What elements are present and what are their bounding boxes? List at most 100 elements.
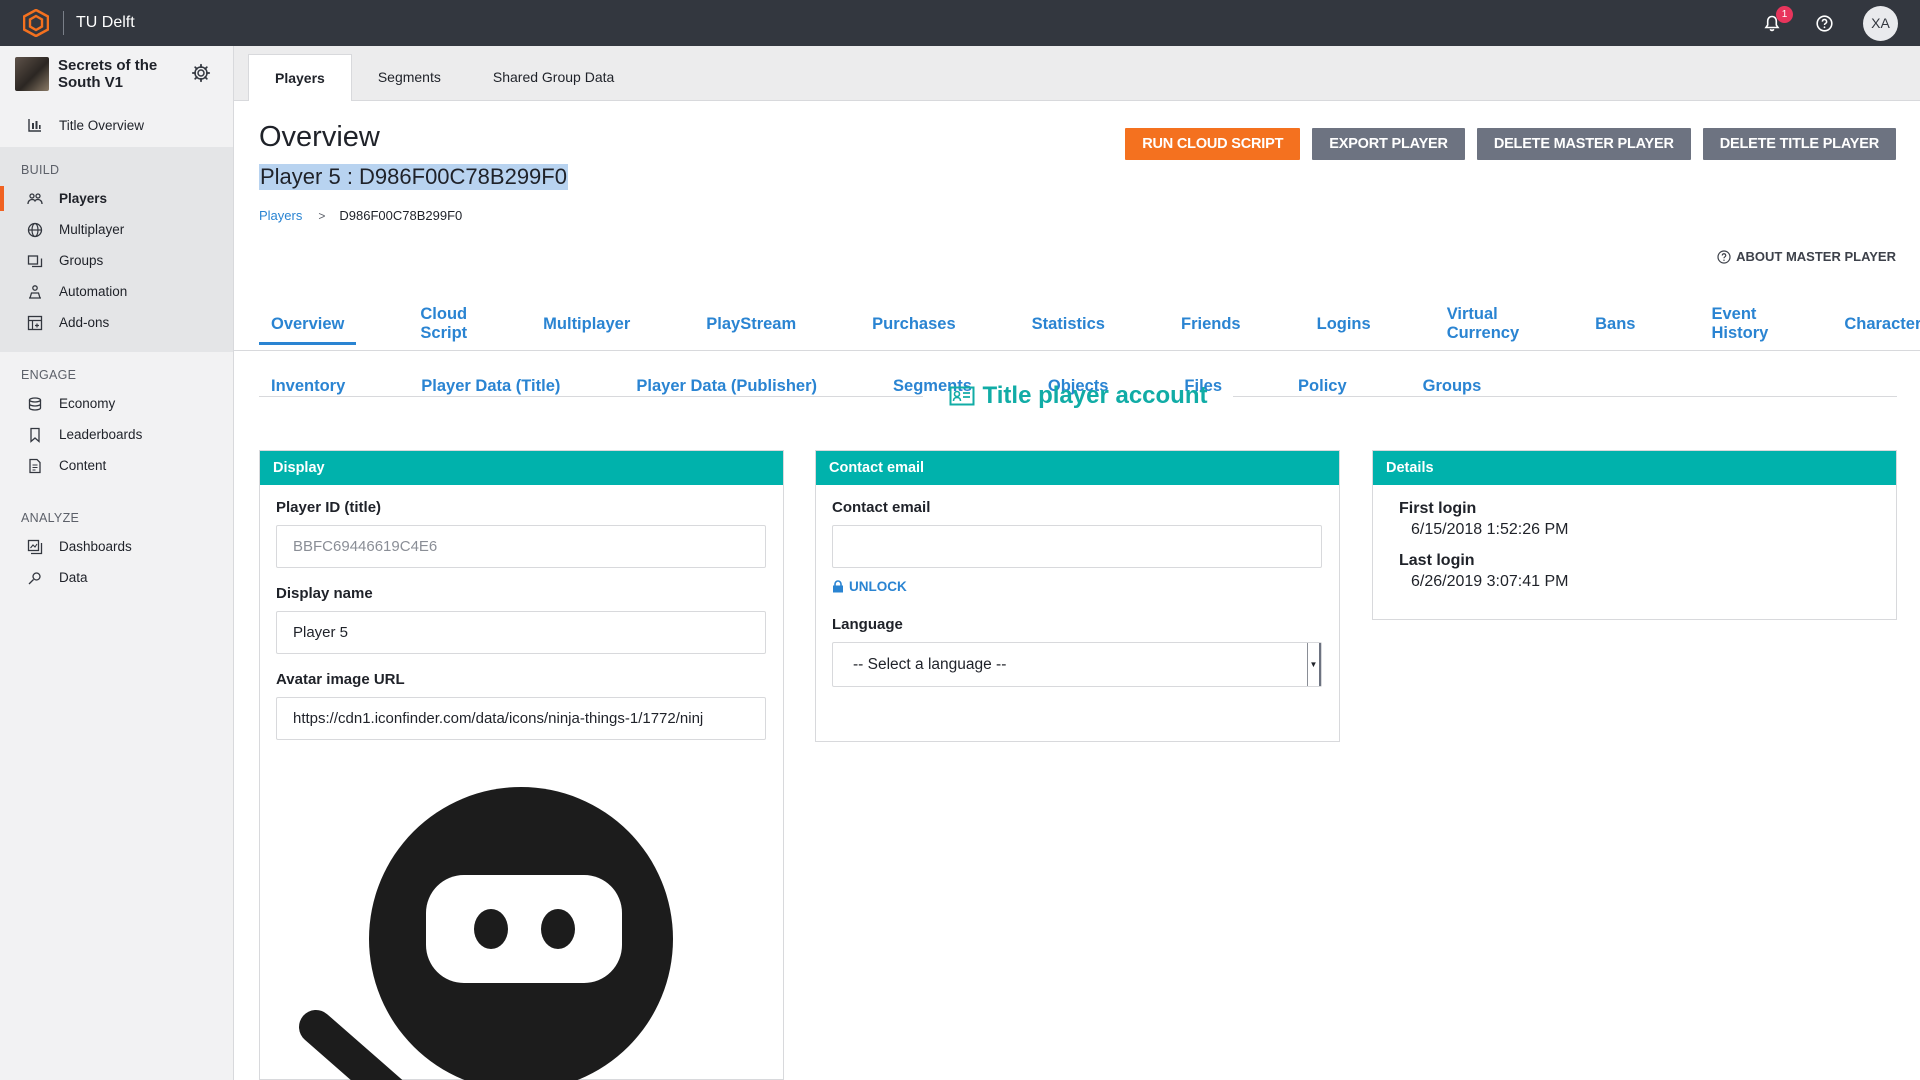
- display-name-label: Display name: [276, 585, 373, 602]
- language-label: Language: [832, 616, 903, 633]
- notification-badge: 1: [1776, 6, 1793, 23]
- main-content: Players Segments Shared Group Data Overv…: [234, 46, 1920, 1080]
- subtab-virtual-currency[interactable]: Virtual Currency: [1435, 303, 1531, 345]
- sidebar-item-label: Multiplayer: [59, 222, 125, 237]
- id-card-icon: [949, 386, 975, 406]
- subtab-row-1: Overview Cloud Script Multiplayer PlaySt…: [259, 293, 1920, 355]
- details-card: Details First login 6/15/2018 1:52:26 PM…: [1372, 450, 1897, 620]
- delete-title-player-button[interactable]: DELETE TITLE PLAYER: [1702, 128, 1896, 160]
- subtab-multiplayer[interactable]: Multiplayer: [531, 303, 642, 345]
- display-name-field[interactable]: Player 5: [276, 611, 766, 654]
- help-icon: [1815, 14, 1833, 32]
- subtab-overview[interactable]: Overview: [259, 303, 357, 345]
- subtab-cloud-script[interactable]: Cloud Script: [408, 303, 479, 345]
- subtab-statistics[interactable]: Statistics: [1020, 303, 1117, 345]
- section-label-analyze: ANALYZE: [21, 511, 80, 525]
- help-button[interactable]: [1809, 8, 1839, 38]
- language-selected-value: -- Select a language --: [853, 655, 1007, 673]
- automation-icon: [29, 284, 41, 299]
- dropdown-arrow-icon: ▼: [1307, 643, 1321, 686]
- unlock-button[interactable]: UNLOCK: [832, 579, 1322, 594]
- sidebar-item-data[interactable]: Data: [0, 562, 233, 593]
- sidebar-item-label: Dashboards: [59, 539, 132, 554]
- divider: [63, 11, 64, 35]
- delete-master-player-button[interactable]: DELETE MASTER PLAYER: [1476, 128, 1691, 160]
- sidebar-item-automation[interactable]: Automation: [0, 276, 233, 307]
- title-name: Secrets of the South V1: [58, 57, 158, 91]
- sidebar-item-multiplayer[interactable]: Multiplayer: [0, 214, 233, 245]
- org-name[interactable]: TU Delft: [76, 14, 135, 32]
- user-avatar[interactable]: XA: [1863, 5, 1898, 41]
- sidebar-item-label: Groups: [59, 253, 104, 268]
- subtab-logins[interactable]: Logins: [1305, 303, 1383, 345]
- divider: [259, 395, 923, 397]
- chevron-right-icon: >: [318, 208, 326, 223]
- data-explorer-icon: [28, 571, 41, 584]
- groups-icon: [27, 254, 43, 267]
- sidebar-item-add-ons[interactable]: Add-ons: [0, 307, 233, 338]
- title-selector[interactable]: Secrets of the South V1: [0, 46, 233, 102]
- top-tabs: Players Segments Shared Group Data: [234, 46, 1920, 101]
- section-label-build: BUILD: [21, 163, 60, 177]
- breadcrumb-players-link[interactable]: Players: [259, 208, 302, 223]
- avatar-preview: [276, 757, 766, 1080]
- section-title-text: Title player account: [982, 382, 1208, 409]
- sidebar-item-label: Add-ons: [59, 315, 110, 330]
- language-select[interactable]: -- Select a language -- ▼: [832, 642, 1322, 687]
- divider: [1233, 395, 1897, 397]
- globe-icon: [27, 222, 43, 237]
- help-icon: [1717, 249, 1731, 264]
- coins-icon: [28, 396, 42, 411]
- run-cloud-script-button[interactable]: RUN CLOUD SCRIPT: [1125, 128, 1301, 160]
- sidebar-item-dashboards[interactable]: Dashboards: [0, 531, 233, 562]
- subtab-purchases[interactable]: Purchases: [860, 303, 967, 345]
- breadcrumb-current: D986F00C78B299F0: [339, 208, 463, 223]
- title-thumbnail: [15, 57, 49, 91]
- page-title: Overview: [259, 121, 380, 153]
- sidebar-item-title-overview[interactable]: Title Overview: [0, 103, 233, 147]
- section-label-engage: ENGAGE: [21, 368, 77, 382]
- add-ons-icon: [27, 315, 43, 330]
- bar-chart-icon: [28, 119, 41, 132]
- sidebar-item-groups[interactable]: Groups: [0, 245, 233, 276]
- contact-email-card: Contact email Contact email UNLOCK Langu…: [815, 450, 1340, 742]
- subtab-bans[interactable]: Bans: [1583, 303, 1647, 345]
- sidebar-item-economy[interactable]: Economy: [0, 388, 233, 419]
- sidebar-item-leaderboards[interactable]: Leaderboards: [0, 419, 233, 450]
- dashboard-icon: [27, 539, 43, 554]
- player-heading: Player 5 : D986F00C78B299F0: [259, 164, 568, 190]
- breadcrumb: Players > D986F00C78B299F0: [259, 208, 462, 223]
- players-icon: [27, 192, 43, 204]
- subtab-event-history[interactable]: Event History: [1699, 303, 1780, 345]
- sidebar-item-players[interactable]: Players: [0, 183, 233, 214]
- gear-icon[interactable]: [191, 63, 211, 83]
- display-card: Display Player ID (title) BBFC69446619C4…: [259, 450, 784, 1080]
- playfab-logo-icon[interactable]: [19, 6, 53, 40]
- subtab-friends[interactable]: Friends: [1169, 303, 1253, 345]
- tab-players[interactable]: Players: [248, 54, 352, 101]
- sidebar-item-label: Data: [59, 570, 88, 585]
- avatar-url-label: Avatar image URL: [276, 671, 405, 688]
- notifications-button[interactable]: 1: [1757, 6, 1793, 38]
- top-bar: TU Delft 1 XA: [0, 0, 1920, 46]
- sidebar-item-label: Economy: [59, 396, 116, 411]
- about-label: ABOUT MASTER PLAYER: [1736, 249, 1896, 264]
- subtab-playstream[interactable]: PlayStream: [694, 303, 808, 345]
- sidebar-item-label: Players: [59, 191, 108, 206]
- engage-section: ENGAGE Economy Leaderboards Content: [0, 352, 233, 495]
- tab-shared-group-data[interactable]: Shared Group Data: [467, 54, 640, 100]
- about-master-player-link[interactable]: ABOUT MASTER PLAYER: [1717, 249, 1896, 264]
- first-login-label: First login: [1399, 500, 1477, 517]
- card-body: Player ID (title) BBFC69446619C4E6 Displ…: [260, 485, 783, 1080]
- sidebar-item-label: Title Overview: [59, 117, 145, 133]
- tab-segments[interactable]: Segments: [352, 54, 467, 100]
- sidebar-item-content[interactable]: Content: [0, 450, 233, 481]
- sidebar: Secrets of the South V1 Title Overview B…: [0, 46, 234, 1080]
- subtab-characters[interactable]: Characters: [1832, 303, 1920, 345]
- export-player-button[interactable]: EXPORT PLAYER: [1312, 128, 1465, 160]
- first-login-value: 6/15/2018 1:52:26 PM: [1411, 521, 1569, 538]
- avatar-url-field[interactable]: https://cdn1.iconfinder.com/data/icons/n…: [276, 697, 766, 740]
- contact-email-label: Contact email: [832, 499, 931, 516]
- card-body: Contact email UNLOCK Language -- Select …: [816, 485, 1339, 701]
- contact-email-field[interactable]: [832, 525, 1322, 568]
